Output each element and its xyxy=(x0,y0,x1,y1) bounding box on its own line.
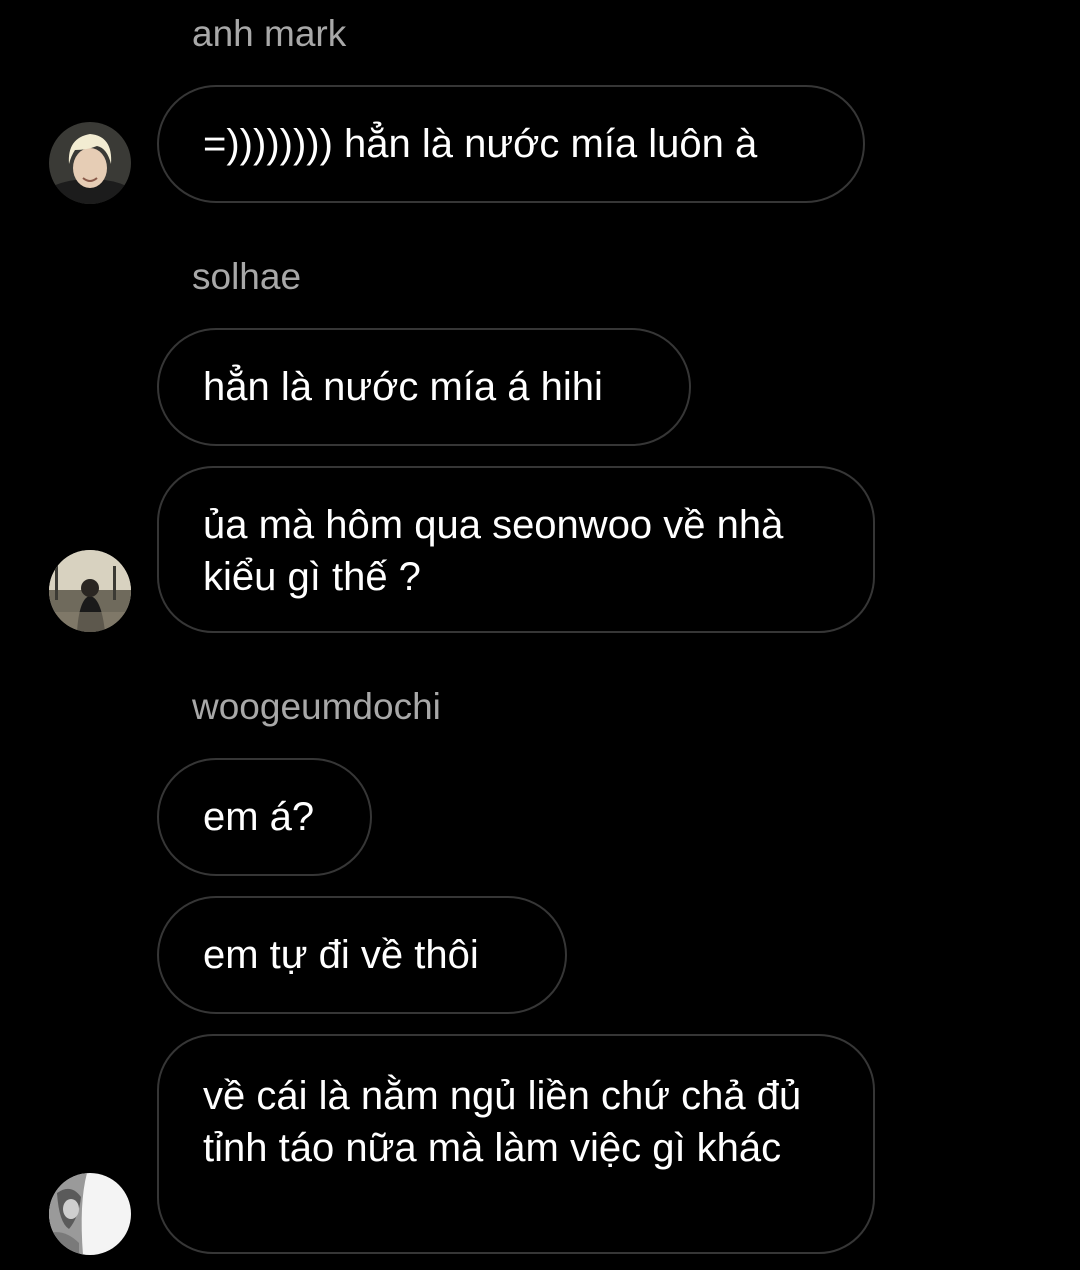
message-bubble[interactable]: về cái là nằm ngủ liền chứ chả đủ tỉnh t… xyxy=(157,1034,875,1254)
user-avatar-icon[interactable] xyxy=(49,1173,131,1255)
message-bubble[interactable]: =)))))))) hẳn là nước mía luôn à xyxy=(157,85,865,203)
message-bubble[interactable]: em tự đi về thôi xyxy=(157,896,567,1014)
message-text: em á? xyxy=(203,795,315,839)
message-text: =)))))))) hẳn là nước mía luôn à xyxy=(203,122,758,166)
message-bubble[interactable]: ủa mà hôm qua seonwoo về nhà kiểu gì thế… xyxy=(157,466,875,633)
message-bubble[interactable]: em á? xyxy=(157,758,372,876)
sender-name: solhae xyxy=(192,256,302,297)
user-avatar-icon[interactable] xyxy=(49,122,131,204)
message-text: hẳn là nước mía á hihi xyxy=(203,365,603,409)
message-text: em tự đi về thôi xyxy=(203,933,479,977)
message-text: ủa mà hôm qua seonwoo về nhà kiểu gì thế… xyxy=(203,503,784,599)
sender-name: anh mark xyxy=(192,13,347,54)
user-avatar-icon[interactable] xyxy=(49,550,131,632)
message-bubble[interactable]: hẳn là nước mía á hihi xyxy=(157,328,691,446)
sender-name: woogeumdochi xyxy=(192,686,441,727)
message-text: về cái là nằm ngủ liền chứ chả đủ tỉnh t… xyxy=(203,1074,802,1170)
